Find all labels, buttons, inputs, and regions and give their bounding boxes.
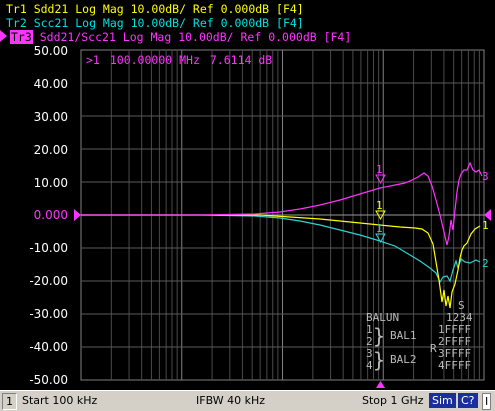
marker-frequency: 100.00000 MHz [109, 53, 200, 67]
marker-flag-label: 1 [376, 199, 383, 212]
trace2-header[interactable]: Tr2 Scc21 Log Mag 10.00dB/ Ref 0.000dB [… [6, 16, 304, 30]
balun-bal1-label: BAL1 [390, 329, 417, 342]
start-frequency[interactable]: Start 100 kHz [22, 393, 97, 408]
marker-flag-label: 1 [376, 222, 383, 235]
trace-end-label: 2 [482, 257, 489, 270]
trace3-header[interactable]: Tr3 Sdd21/Scc21 Log Mag 10.00dB/ Ref 0.0… [6, 30, 351, 44]
marker-value: 7.6114 dB [209, 53, 273, 67]
if-bandwidth[interactable]: IFBW 40 kHz [196, 393, 265, 408]
status-end-indicator[interactable]: I [482, 393, 492, 410]
stop-frequency[interactable]: Stop 1 GHz [362, 393, 424, 408]
trace1-header[interactable]: Tr1 Sdd21 Log Mag 10.00dB/ Ref 0.000dB [… [6, 2, 304, 16]
active-trace-badge[interactable]: Tr3 [10, 30, 33, 44]
marker-index: >1 [86, 53, 100, 67]
channel-indicator[interactable]: 1 [2, 393, 17, 410]
ref-left-arrow-icon [74, 209, 81, 221]
cal-status-indicator[interactable]: C? [458, 393, 478, 408]
balun-r-flag: R [430, 342, 437, 355]
marker-readout: >1 100.00000 MHz 7.6114 dB [86, 53, 282, 67]
trace-end-label: 3 [482, 170, 489, 183]
balun-brace-icon: } [373, 324, 386, 348]
sim-indicator[interactable]: Sim [429, 393, 456, 408]
balun-row-label: 4 [366, 359, 373, 372]
trace-end-label: 1 [482, 219, 489, 232]
status-bar: 1 Start 100 kHz IFBW 40 kHz Stop 1 GHz S… [0, 390, 495, 411]
marker-stimulus-arrow-icon[interactable] [376, 381, 385, 388]
balun-flags-row: 4FFFF [438, 359, 472, 372]
measurement-plot[interactable]: 1 1 1 3 1 2 [0, 44, 495, 390]
trace3-header-text: Sdd21/Scc21 Log Mag 10.00dB/ Ref 0.000dB… [39, 30, 352, 44]
marker-flag-label: 1 [376, 163, 383, 176]
balun-brace-icon: } [373, 348, 386, 372]
balun-bal2-label: BAL2 [390, 353, 417, 366]
